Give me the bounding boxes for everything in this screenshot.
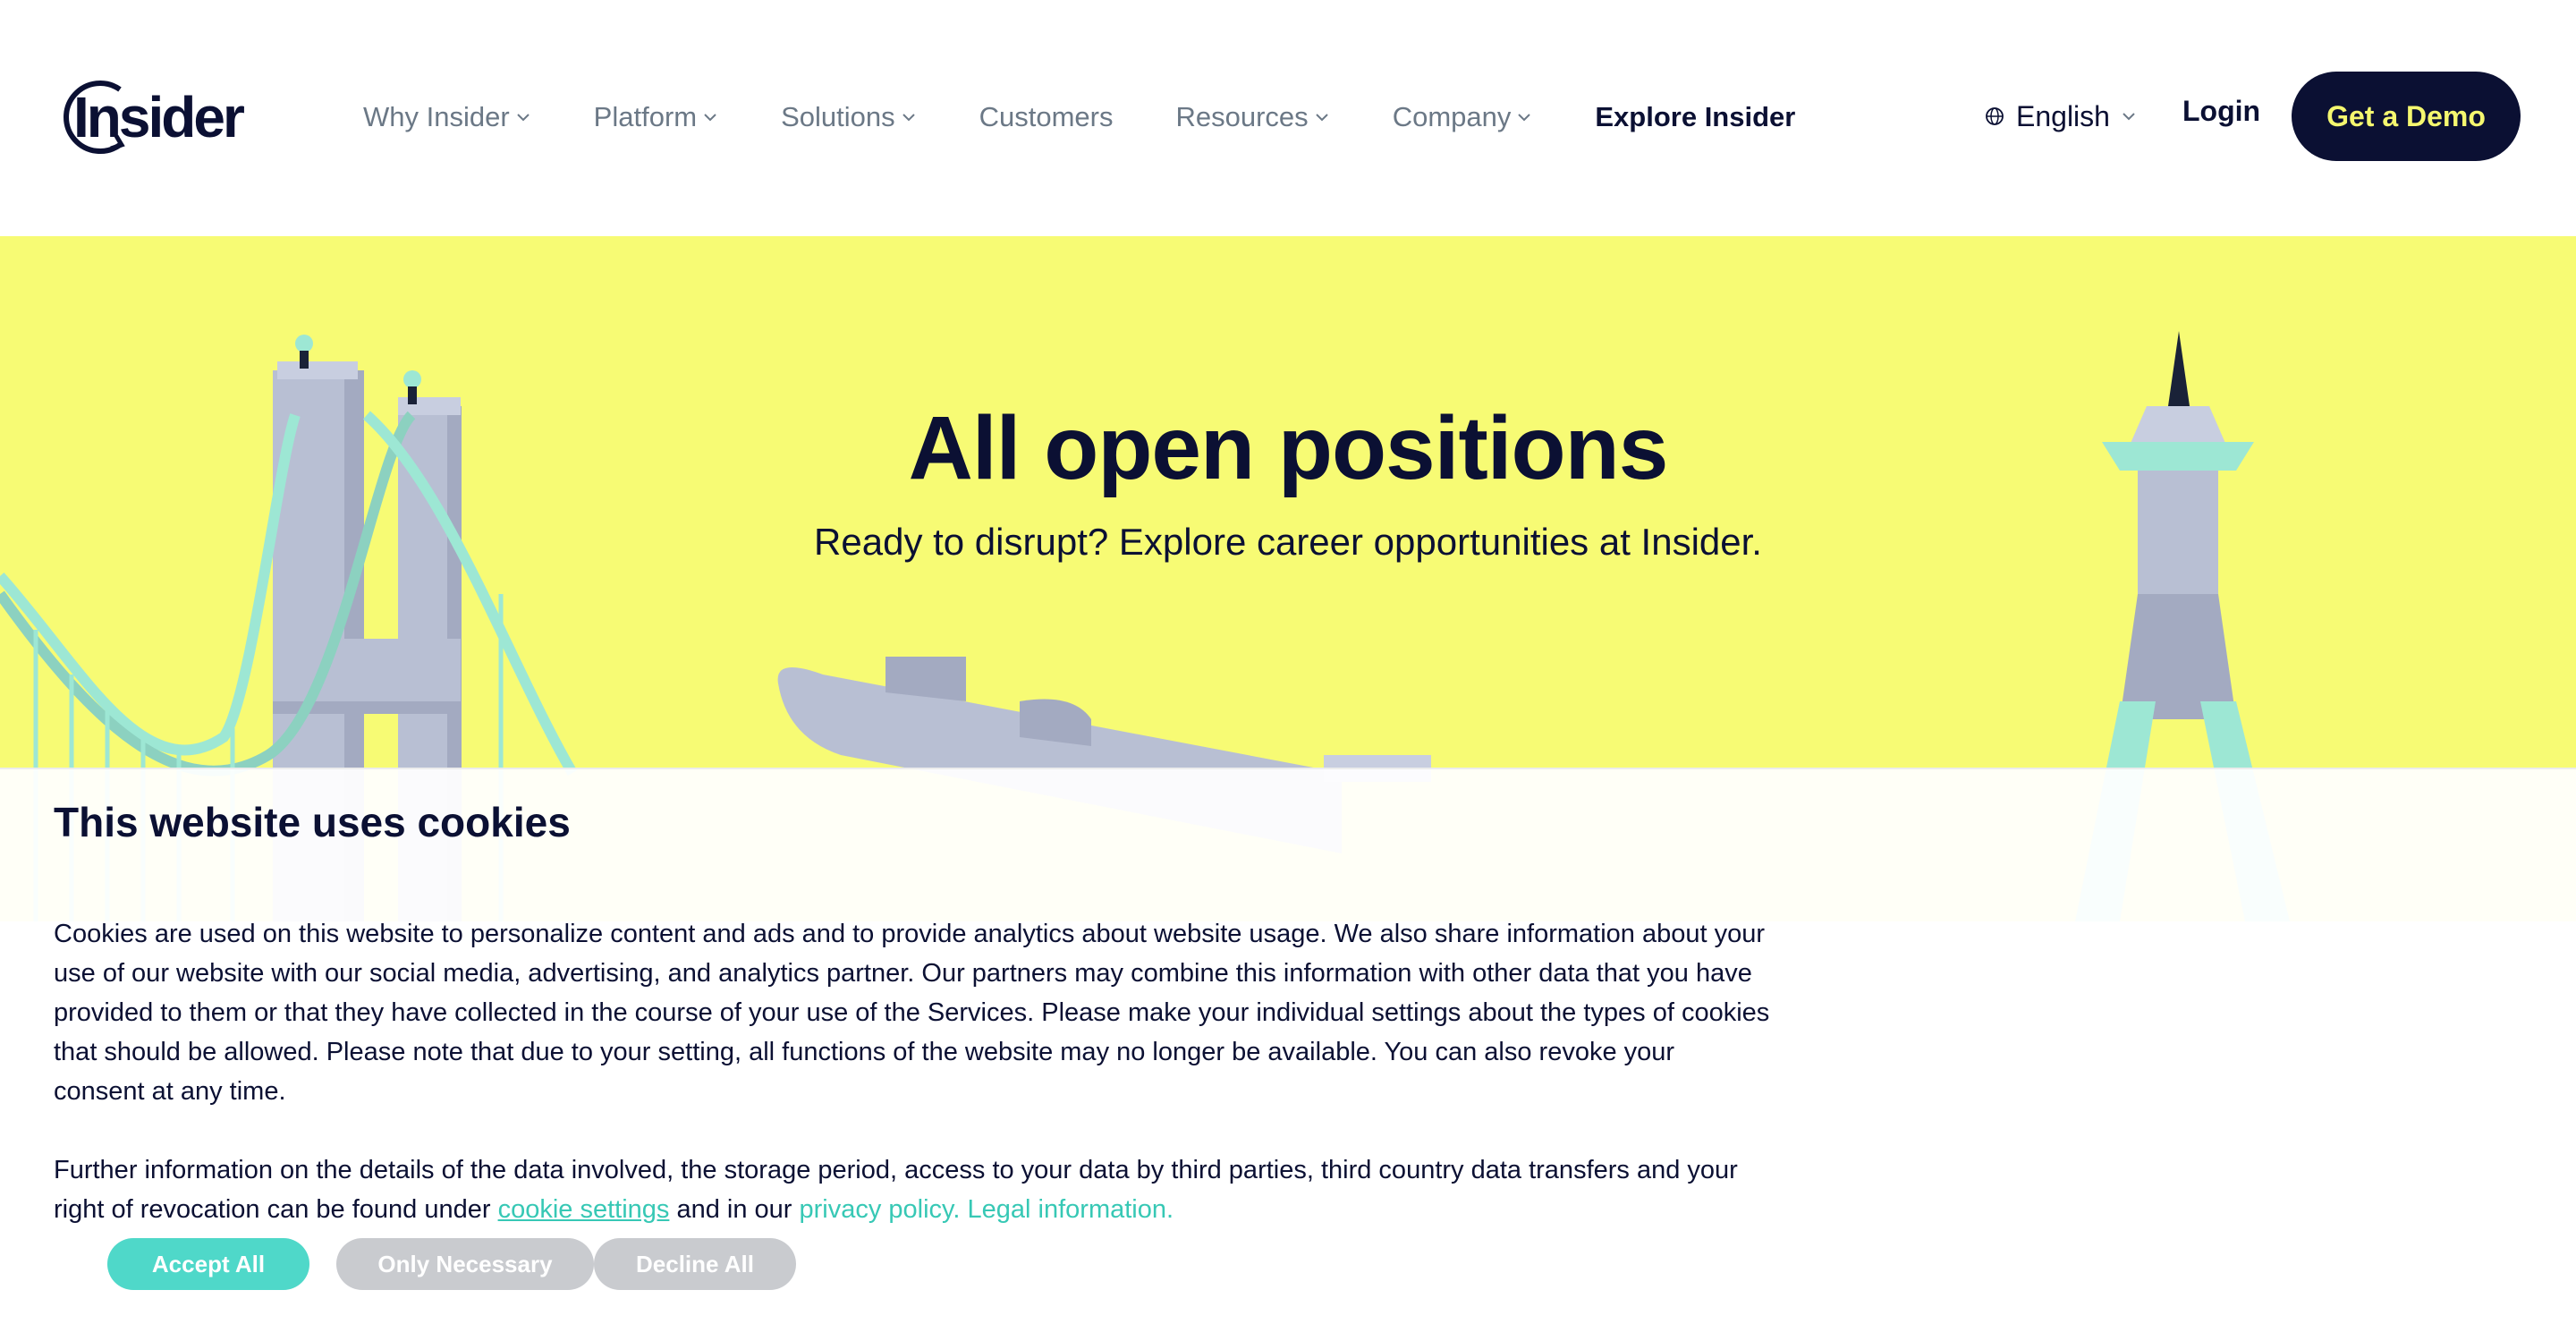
nav-solutions[interactable]: Solutions [781,101,917,133]
privacy-policy-link[interactable]: privacy policy. [800,1195,961,1224]
insider-logo[interactable]: Insider [55,72,245,161]
nav-label: Solutions [781,101,895,132]
chevron-down-icon [2123,113,2135,121]
chevron-down-icon [1315,114,1328,122]
nav-company[interactable]: Company [1393,101,1533,133]
get-demo-button[interactable]: Get a Demo [2292,72,2521,161]
cookie-settings-link[interactable]: cookie settings [498,1195,670,1224]
page-subtitle: Ready to disrupt? Explore career opportu… [814,521,1762,563]
nav-label: Resources [1175,101,1309,132]
language-label: English [2016,99,2110,132]
logo-text: Insider [73,85,245,149]
only-necessary-button[interactable]: Only Necessary [336,1238,594,1290]
nav-customers[interactable]: Customers [979,101,1114,133]
chevron-down-icon [516,114,530,122]
globe-icon [1986,107,2004,125]
nav-platform[interactable]: Platform [594,101,718,133]
nav-label: Company [1392,101,1512,132]
nav-explore-insider[interactable]: Explore Insider [1595,101,1795,133]
page-title: All open positions [908,398,1669,498]
nav-label: Why Insider [363,101,510,132]
chevron-down-icon [902,114,915,122]
nav-why-insider[interactable]: Why Insider [363,101,531,133]
nav-label: Explore Insider [1595,101,1796,132]
login-link[interactable]: Login [2182,95,2260,128]
cookie-title: This website uses cookies [54,799,571,845]
cookie-description: Cookies are used on this website to pers… [54,920,1770,1106]
legal-information-link[interactable]: Legal information. [968,1195,1174,1224]
language-selector[interactable]: English [1984,93,2137,140]
cookie-further-info-mid: and in our [669,1195,800,1224]
cookie-banner: This website uses cookies Cookies are us… [0,768,2576,1324]
decline-all-button[interactable]: Decline All [594,1238,796,1290]
nav-resources[interactable]: Resources [1176,101,1330,133]
chevron-down-icon [1518,114,1531,122]
cookie-actions: Accept All Only Necessary Decline All [107,1238,796,1290]
site-header: Insider Why Insider Platform Solutions C… [0,0,2576,236]
main-nav: Why Insider Platform Solutions Customers… [363,89,1858,145]
nav-label: Customers [979,101,1114,132]
accept-all-button[interactable]: Accept All [107,1238,309,1290]
cookie-further-info: Further information on the details of th… [54,1150,1771,1229]
chevron-down-icon [704,114,716,122]
nav-label: Platform [593,101,698,132]
